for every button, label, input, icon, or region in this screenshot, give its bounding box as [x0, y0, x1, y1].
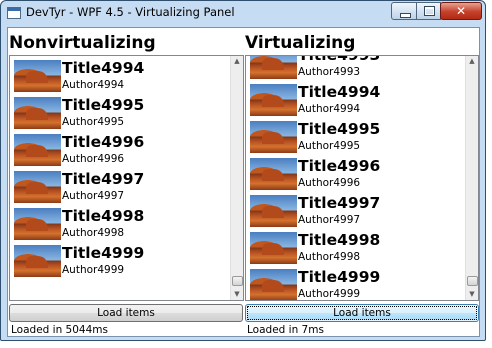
- scrollbar-thumb[interactable]: [467, 276, 478, 286]
- scroll-up-icon[interactable]: ▲: [466, 56, 478, 67]
- list-item[interactable]: Title4997 Author4997: [246, 192, 465, 229]
- scrollbar-thumb[interactable]: [232, 276, 243, 286]
- item-author: Author4995: [298, 140, 361, 152]
- item-title: Title4999: [62, 244, 145, 262]
- red-rock-thumbnail-icon: [249, 83, 298, 117]
- item-author: Author4993: [298, 66, 361, 78]
- item-author: Author4996: [62, 153, 125, 165]
- load-items-button-nonvirtualizing[interactable]: Load items: [9, 304, 243, 322]
- red-rock-thumbnail-icon: [13, 59, 62, 93]
- item-author: Author4994: [62, 79, 125, 91]
- red-rock-thumbnail-icon: [13, 170, 62, 204]
- red-rock-thumbnail-icon: [13, 96, 62, 130]
- list-item[interactable]: Title4999 Author4999: [10, 242, 230, 279]
- close-icon: ✕: [455, 4, 467, 18]
- app-window-icon[interactable]: [7, 7, 21, 19]
- vertical-scrollbar[interactable]: ▲ ▼: [230, 56, 243, 300]
- minimize-icon: [400, 13, 411, 18]
- item-title: Title4996: [298, 157, 381, 175]
- item-title: Title4995: [62, 96, 145, 114]
- vertical-scrollbar[interactable]: ▲ ▼: [465, 56, 478, 300]
- list-item[interactable]: Title4998 Author4998: [10, 205, 230, 242]
- item-author: Author4996: [298, 177, 361, 189]
- list-item[interactable]: Title4996 Author4996: [10, 131, 230, 168]
- list-item[interactable]: Title4995 Author4995: [246, 118, 465, 155]
- red-rock-thumbnail-icon: [249, 157, 298, 191]
- close-button[interactable]: ✕: [440, 2, 482, 20]
- nonvirtualizing-header: Nonvirtualizing: [9, 33, 156, 53]
- item-author: Author4994: [298, 103, 361, 115]
- title-bar[interactable]: DevTyr - WPF 4.5 - Virtualizing Panel ✕: [1, 1, 485, 25]
- item-title: Title4998: [298, 231, 381, 249]
- red-rock-thumbnail-icon: [13, 207, 62, 241]
- list-item[interactable]: Title4996 Author4996: [246, 155, 465, 192]
- item-title: Title4997: [298, 194, 381, 212]
- list-item[interactable]: Title4999 Author4999: [246, 266, 465, 300]
- minimize-button[interactable]: [391, 2, 417, 20]
- load-status-nonvirtualizing: Loaded in 5044ms: [11, 324, 108, 336]
- load-status-virtualizing: Loaded in 7ms: [247, 324, 324, 336]
- virtualizing-header: Virtualizing: [245, 33, 356, 53]
- item-title: Title4995: [298, 120, 381, 138]
- red-rock-thumbnail-icon: [13, 133, 62, 167]
- red-rock-thumbnail-icon: [249, 56, 298, 80]
- app-window: DevTyr - WPF 4.5 - Virtualizing Panel ✕ …: [0, 0, 486, 341]
- item-title: Title4994: [298, 83, 381, 101]
- list-item[interactable]: Title4994 Author4994: [10, 57, 230, 94]
- maximize-icon: [424, 6, 435, 16]
- item-title: Title4993: [298, 55, 381, 64]
- item-author: Author4999: [62, 264, 125, 276]
- item-title: Title4994: [62, 59, 145, 77]
- item-author: Author4998: [298, 251, 361, 263]
- red-rock-thumbnail-icon: [13, 244, 62, 278]
- list-item[interactable]: Title4998 Author4998: [246, 229, 465, 266]
- virtualizing-list[interactable]: Title4993 Author4993 Title4994 Author499…: [245, 55, 479, 301]
- nonvirtualizing-list[interactable]: Title4994 Author4994 Title4995 Author499…: [9, 55, 244, 301]
- client-area: Nonvirtualizing Title4994 Author4994 Tit…: [7, 27, 480, 337]
- item-title: Title4998: [62, 207, 145, 225]
- red-rock-thumbnail-icon: [249, 120, 298, 154]
- red-rock-thumbnail-icon: [249, 268, 298, 300]
- scroll-down-icon[interactable]: ▼: [466, 289, 478, 300]
- item-author: Author4998: [62, 227, 125, 239]
- red-rock-thumbnail-icon: [249, 194, 298, 228]
- load-items-button-virtualizing[interactable]: Load items: [245, 304, 479, 322]
- red-rock-thumbnail-icon: [249, 231, 298, 265]
- scroll-up-icon[interactable]: ▲: [231, 56, 243, 67]
- item-author: Author4997: [62, 190, 125, 202]
- list-item[interactable]: Title4993 Author4993: [246, 55, 465, 81]
- item-title: Title4996: [62, 133, 145, 151]
- item-author: Author4995: [62, 116, 125, 128]
- item-author: Author4997: [298, 214, 361, 226]
- list-item[interactable]: Title4995 Author4995: [10, 94, 230, 131]
- list-item[interactable]: Title4997 Author4997: [10, 168, 230, 205]
- scroll-down-icon[interactable]: ▼: [231, 289, 243, 300]
- item-author: Author4999: [298, 288, 361, 300]
- list-item[interactable]: Title4994 Author4994: [246, 81, 465, 118]
- item-title: Title4997: [62, 170, 145, 188]
- maximize-button[interactable]: [416, 2, 441, 20]
- item-title: Title4999: [298, 268, 381, 286]
- window-title: DevTyr - WPF 4.5 - Virtualizing Panel: [26, 5, 235, 19]
